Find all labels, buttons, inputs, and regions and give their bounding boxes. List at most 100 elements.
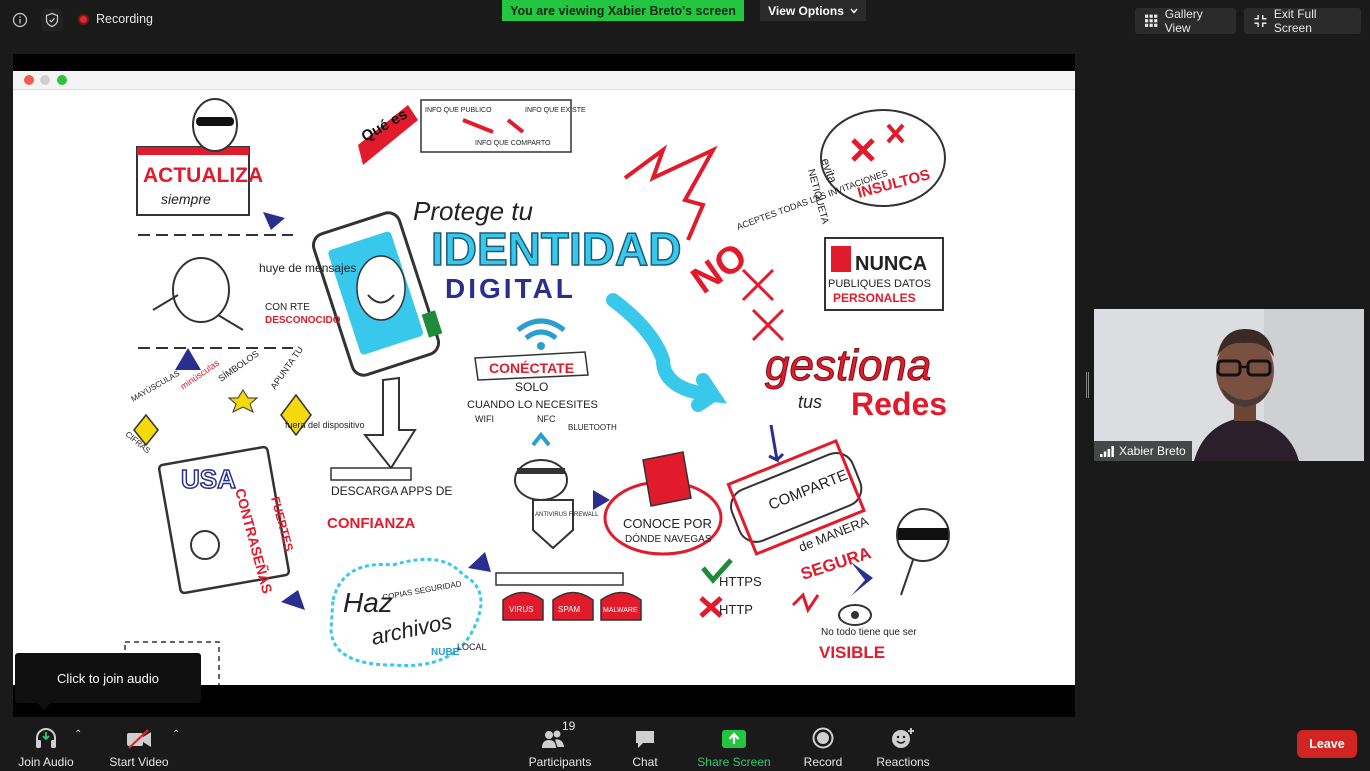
actualiza-block: ACTUALIZA siempre [136,98,285,230]
viewing-screen-banner: You are viewing Xabier Breto's screen [502,0,744,21]
local-text: LOCAL [457,642,487,652]
video-off-icon [127,729,151,749]
leave-button[interactable]: Leave [1297,730,1357,758]
chat-button[interactable]: Chat [627,725,663,769]
window-titlebar [13,71,1075,90]
http-text: HTTP [719,602,753,617]
https-text: HTTPS [719,574,762,589]
panel-resize-handle[interactable] [1086,372,1089,398]
record-label: Record [803,755,843,769]
descarga-block: DESCARGA APPS DE CONFIANZA [327,467,452,532]
navegas-block: CONOCE POR DÓNDE NAVEGAS HTTPS HTTP [603,451,762,618]
cuando-text: CUANDO LO NECESITES [467,399,598,411]
window-minimize-icon [40,75,50,85]
nfc-text: NFC [537,414,556,424]
join-audio-button[interactable]: Join Audio [17,725,75,769]
no-todo-text: No todo tiene que ser [821,627,917,638]
meeting-toolbar: Join Audio ⌃ Start Video ⌃ 19 Participan… [0,717,1370,771]
nube-text: NUBE [431,647,460,658]
redes-text: Redes [851,386,947,422]
protege-tu-text: Protege tu [413,196,533,226]
exit-fullscreen-label: Exit Full Screen [1273,7,1317,35]
chat-label: Chat [632,755,658,769]
bluetooth-text: BLUETOOTH [568,423,617,432]
participant-name-label: Xabier Breto [1094,441,1192,461]
top-bar: Recording You are viewing Xabier Breto's… [0,0,1370,40]
antivirus-block: ANTIVIRUS FIREWALL [495,431,624,586]
virus-text: VIRUS [509,605,533,614]
info-comparto-text: INFO QUE COMPARTO [475,140,551,147]
gallery-view-button[interactable]: Gallery View [1135,7,1236,35]
malware-text: MALWARE [603,607,638,614]
gallery-view-label: Gallery View [1164,7,1203,35]
nunca-block: NUNCA PUBLIQUES DATOS PERSONALES [824,237,944,311]
antivirus-text: ANTIVIRUS FIREWALL [535,512,599,518]
visible-text: VISIBLE [819,643,885,662]
spam-text: SPAM [558,605,580,614]
info-publico-text: INFO QUE PUBLICO [425,107,492,114]
headphones-icon [36,728,56,748]
shared-window: ACTUALIZA siempre Qué es INFO QUE PUBLIC… [13,71,1075,685]
participant-name: Xabier Breto [1119,444,1186,458]
participant-video-feed [1094,309,1364,461]
personales-text: PERSONALES [833,291,916,305]
recording-dot-icon [78,13,89,25]
usa-text: USA [181,464,236,494]
publiques-text: PUBLIQUES DATOS [828,278,931,290]
siempre-text: siempre [161,191,211,207]
mayusculas-text: MAYÚSCULAS [130,369,182,404]
participants-label: Participants [528,755,592,769]
con-rte-text: CON RTE [265,302,310,313]
apunta-text: APUNTA TU [268,345,305,391]
start-video-button[interactable]: Start Video [108,725,170,769]
que-es-block: Qué es INFO QUE PUBLICO INFO QUE COMPART… [358,99,586,165]
identidad-text: IDENTIDAD [431,223,681,275]
participants-button[interactable]: 19 Participants [526,719,594,769]
digital-text: DIGITAL [445,273,576,304]
smiley-plus-icon [892,728,914,748]
identidad-title-block: Protege tu IDENTIDAD DIGITAL [413,196,682,304]
recording-label: Recording [96,12,153,26]
record-button[interactable]: Record [803,725,843,769]
threats-block: VIRUS SPAM MALWARE [502,591,642,621]
fuera-text: fuera del dispositivo [285,420,365,430]
identidad-digital-infographic: ACTUALIZA siempre Qué es INFO QUE PUBLIC… [124,98,950,685]
video-options-caret-icon[interactable]: ⌃ [172,729,180,740]
evita-insultos-block: INSULTOS evita NETIQUETA [805,109,946,226]
share-screen-label: Share Screen [697,755,771,769]
simbolos-text: SÍMBOLOS [216,348,260,383]
info-icon[interactable] [9,9,31,31]
conectate-text: CONÉCTATE [489,360,574,376]
conectate-block: CONÉCTATE SOLO CUANDO LO NECESITES WIFI … [467,351,617,432]
ninja-illustration [896,508,950,596]
join-audio-tooltip: Click to join audio [15,653,201,710]
descarga-text: DESCARGA APPS DE [331,484,452,498]
view-options-button[interactable]: View Options [760,0,866,21]
grid-icon [1145,14,1158,27]
wifi-icon [516,318,566,350]
no-text: NO [684,235,755,302]
view-options-label: View Options [768,3,844,18]
participant-video-tile[interactable]: Xabier Breto [1094,309,1364,461]
chat-icon [636,731,654,748]
apunta-block: APUNTA TU fuera del dispositivo MAYÚSCUL… [124,345,365,456]
shield-icon[interactable] [41,9,63,31]
reactions-label: Reactions [876,755,930,769]
share-screen-button[interactable]: Share Screen [697,725,771,769]
join-audio-label: Join Audio [18,755,74,769]
wifi-text: WIFI [475,414,494,424]
recording-indicator[interactable]: Recording [78,12,153,26]
exit-fullscreen-button[interactable]: Exit Full Screen [1244,7,1361,35]
tus-text: tus [798,392,822,412]
window-close-icon [24,75,34,85]
share-screen-icon [722,730,746,748]
signal-strength-icon [1100,445,1114,457]
exit-fullscreen-icon [1254,15,1267,27]
confianza-text: CONFIANZA [327,515,415,532]
reactions-button[interactable]: Reactions [876,725,930,769]
visible-block: No todo tiene que ser VISIBLE [791,592,917,662]
copias-block: Haz COPIAS SEGURIDAD archivos NUBE LOCAL [281,552,491,668]
audio-options-caret-icon[interactable]: ⌃ [74,729,82,740]
window-maximize-icon [57,75,67,85]
info-existe-text: INFO QUE EXISTE [525,107,586,114]
